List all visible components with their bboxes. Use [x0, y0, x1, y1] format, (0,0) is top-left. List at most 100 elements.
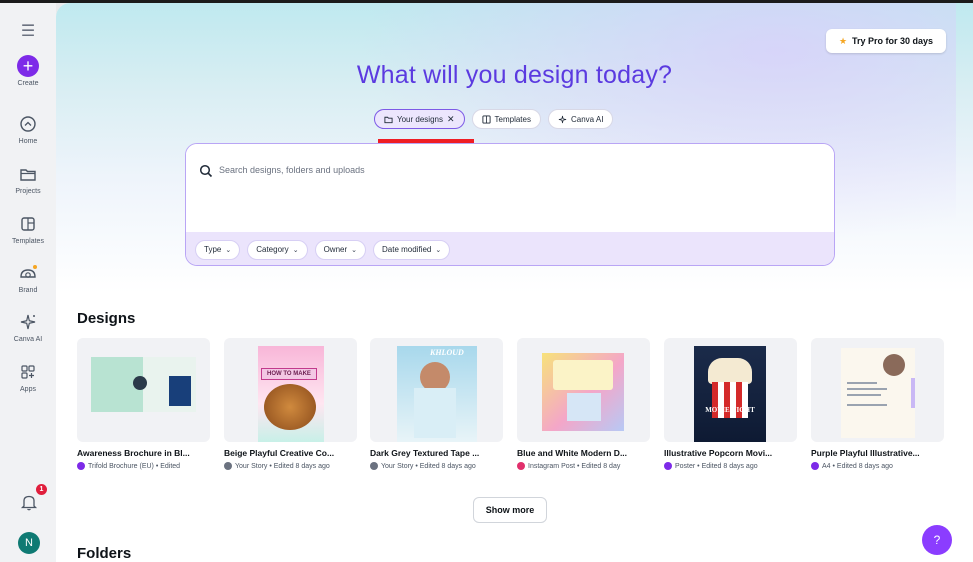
page-title: What will you design today? [356, 61, 673, 89]
filter-label: Date modified [382, 245, 432, 254]
show-more-button[interactable]: Show more [473, 497, 547, 523]
design-meta-text: A4 • Edited 8 days ago [822, 462, 893, 470]
design-meta-text: Poster • Edited 8 days ago [675, 462, 758, 470]
tab-label: Your designs [397, 114, 443, 124]
design-meta-text: Your Story • Edited 8 days ago [381, 462, 476, 470]
templates-icon [481, 114, 491, 124]
thumb-text: HOW TO MAKE [261, 368, 317, 380]
sidebar-item-create[interactable]: + Create [0, 55, 56, 87]
sidebar-item-apps[interactable]: Apps [0, 361, 56, 393]
folders-heading: Folders [77, 545, 132, 562]
design-type-icon [664, 462, 672, 470]
try-pro-button[interactable]: ★ Try Pro for 30 days [826, 29, 946, 53]
filter-category[interactable]: Category ⌄ [247, 239, 308, 260]
design-thumbnail[interactable] [77, 338, 210, 442]
filter-date-modified[interactable]: Date modified ⌄ [373, 239, 451, 260]
sidebar-item-projects[interactable]: Projects [0, 163, 56, 195]
sidebar-item-templates[interactable]: Templates [0, 213, 56, 245]
design-thumbnail[interactable]: MOVIE NIGHT [664, 338, 797, 442]
search-filters: Type ⌄ Category ⌄ Owner ⌄ Date modified … [186, 232, 834, 265]
search-icon [199, 164, 213, 178]
design-title: Dark Grey Textured Tape ... [370, 448, 480, 458]
filter-label: Type [204, 245, 222, 254]
sidebar-item-label: Canva AI [13, 336, 43, 343]
chevron-down-icon: ⌄ [292, 246, 299, 254]
avatar[interactable]: N [18, 532, 40, 554]
design-thumbnail[interactable] [517, 338, 650, 442]
menu-icon[interactable]: ☰ [17, 21, 39, 43]
sidebar-item-label: Create [17, 80, 39, 87]
design-type-icon [370, 462, 378, 470]
search-tabs: Your designs ✕ Templates Canva AI [374, 109, 614, 131]
design-thumbnail[interactable]: KHLOUD [370, 338, 503, 442]
help-button[interactable]: ? [922, 525, 952, 555]
brand-icon [20, 265, 37, 278]
search-input-area[interactable]: Search designs, folders and uploads [186, 144, 834, 232]
main-content: ★ Try Pro for 30 days What will you desi… [56, 3, 973, 562]
tab-label: Canva AI [570, 114, 604, 124]
home-icon [20, 116, 36, 132]
sidebar-item-label: Projects [15, 188, 41, 195]
crown-icon: ★ [838, 35, 848, 46]
design-meta: A4 • Edited 8 days ago [811, 462, 944, 470]
sparkle-icon [558, 115, 567, 123]
chevron-down-icon: ⌄ [351, 246, 357, 254]
design-meta: Trifold Brochure (EU) • Edited [77, 462, 210, 470]
thumb-text: MOVIE NIGHT [705, 406, 755, 414]
thumb-text: KHLOUD [430, 348, 464, 357]
chevron-down-icon: ⌄ [225, 246, 232, 254]
design-title: Beige Playful Creative Co... [224, 448, 335, 458]
close-icon[interactable]: ✕ [447, 114, 455, 125]
filter-type[interactable]: Type ⌄ [195, 239, 241, 260]
sidebar: ☰ + Create Home Projects Templates Brand… [0, 3, 56, 562]
bell-icon[interactable] [18, 491, 40, 513]
design-meta-text: Trifold Brochure (EU) • Edited [88, 462, 181, 470]
chevron-down-icon: ⌄ [435, 246, 442, 254]
design-type-icon [77, 462, 85, 470]
design-card[interactable]: HOW TO MAKE Beige Playful Creative Co...… [224, 338, 357, 470]
sidebar-item-home[interactable]: Home [0, 113, 56, 145]
apps-icon [21, 365, 35, 379]
design-thumbnail[interactable] [811, 338, 944, 442]
design-meta: Poster • Edited 8 days ago [664, 462, 797, 470]
filter-owner[interactable]: Owner ⌄ [314, 239, 366, 260]
design-title: Purple Playful Illustrative... [811, 448, 920, 458]
design-card[interactable]: Purple Playful Illustrative... A4 • Edit… [811, 338, 944, 470]
tab-your-designs[interactable]: Your designs ✕ [374, 109, 465, 129]
sidebar-item-label: Brand [18, 287, 38, 294]
design-type-icon [224, 462, 232, 470]
templates-icon [21, 217, 35, 231]
design-card[interactable]: Blue and White Modern D... Instagram Pos… [517, 338, 650, 470]
design-thumbnail[interactable]: HOW TO MAKE [224, 338, 357, 442]
folder-icon [20, 169, 36, 181]
sidebar-item-brand[interactable]: Brand [0, 262, 56, 294]
tab-label: Templates [494, 114, 531, 124]
folder-icon [384, 116, 393, 123]
try-pro-label: Try Pro for 30 days [852, 36, 934, 46]
tab-canva-ai[interactable]: Canva AI [547, 109, 614, 129]
design-card[interactable]: KHLOUD Dark Grey Textured Tape ... Your … [370, 338, 503, 470]
sparkle-icon [20, 314, 36, 330]
design-title: Blue and White Modern D... [517, 448, 628, 458]
design-meta-text: Your Story • Edited 8 days ago [235, 462, 330, 470]
filter-label: Category [256, 245, 289, 254]
search-box[interactable]: Search designs, folders and uploads Type… [185, 143, 835, 266]
design-meta: Instagram Post • Edited 8 day [517, 462, 650, 470]
search-input[interactable]: Search designs, folders and uploads [219, 165, 365, 175]
filter-label: Owner [323, 245, 348, 254]
sidebar-item-label: Apps [20, 386, 36, 393]
design-card[interactable]: MOVIE NIGHT Illustrative Popcorn Movi...… [664, 338, 797, 470]
design-title: Awareness Brochure in Bl... [77, 448, 190, 458]
notification-badge: 1 [36, 484, 47, 495]
design-card[interactable]: Awareness Brochure in Bl... Trifold Broc… [77, 338, 210, 470]
design-meta-text: Instagram Post • Edited 8 day [528, 462, 621, 470]
designs-heading: Designs [77, 310, 136, 327]
sidebar-item-label: Home [18, 138, 38, 145]
plus-icon[interactable]: + [17, 55, 39, 77]
tab-templates[interactable]: Templates [471, 109, 541, 129]
instagram-icon [517, 462, 525, 470]
sidebar-item-canva-ai[interactable]: Canva AI [0, 311, 56, 343]
design-type-icon [811, 462, 819, 470]
design-title: Illustrative Popcorn Movi... [664, 448, 773, 458]
sidebar-item-label: Templates [12, 238, 44, 245]
